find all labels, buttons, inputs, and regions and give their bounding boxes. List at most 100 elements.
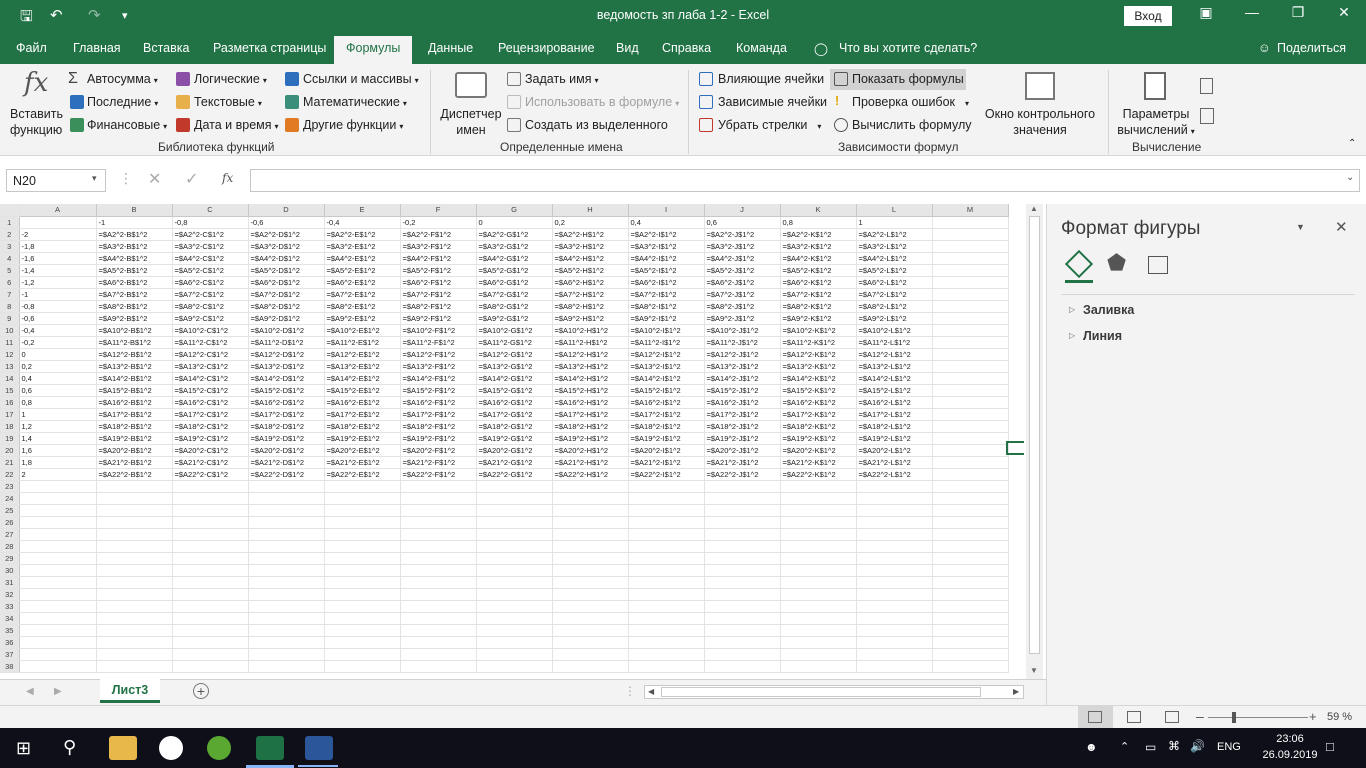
cell[interactable]: =$A15^2-J$1^2 xyxy=(704,384,781,397)
cell[interactable]: =$A13^2-I$1^2 xyxy=(628,360,705,373)
cell[interactable] xyxy=(932,648,1009,661)
cell[interactable]: =$A9^2-C$1^2 xyxy=(172,312,249,325)
cell[interactable]: =$A21^2-B$1^2 xyxy=(96,456,173,469)
tell-me-search[interactable]: Что вы хотите сделать? xyxy=(839,41,977,55)
cell[interactable] xyxy=(704,624,781,637)
cell[interactable]: =$A16^2-E$1^2 xyxy=(324,396,401,409)
cell[interactable]: =$A12^2-C$1^2 xyxy=(172,348,249,361)
cell[interactable] xyxy=(19,552,97,565)
cell[interactable]: =$A17^2-H$1^2 xyxy=(552,408,629,421)
expand-formula-bar-icon[interactable]: ⌄ xyxy=(1346,172,1354,183)
cell[interactable] xyxy=(932,384,1009,397)
row-header[interactable]: 22 xyxy=(0,468,20,481)
cell[interactable]: =$A15^2-K$1^2 xyxy=(780,384,857,397)
cell[interactable] xyxy=(400,492,477,505)
cell[interactable] xyxy=(248,564,325,577)
cell[interactable] xyxy=(932,360,1009,373)
cell[interactable]: =$A6^2-D$1^2 xyxy=(248,276,325,289)
row-header[interactable]: 36 xyxy=(0,636,20,649)
cell[interactable]: =$A13^2-K$1^2 xyxy=(780,360,857,373)
cell[interactable]: -0,4 xyxy=(324,216,401,229)
row-header[interactable]: 8 xyxy=(0,300,20,313)
cell[interactable] xyxy=(400,564,477,577)
cell[interactable]: =$A6^2-H$1^2 xyxy=(552,276,629,289)
row-header[interactable]: 33 xyxy=(0,600,20,613)
cell[interactable]: =$A9^2-K$1^2 xyxy=(780,312,857,325)
cell[interactable] xyxy=(324,648,401,661)
sheet-table[interactable]: A B C D E F G H I J K L M 1 -1 -0,8 -0,6 -0,4 -0,2 0 0,2 0,4 0… xyxy=(0,204,1009,673)
cell[interactable]: =$A8^2-B$1^2 xyxy=(96,300,173,313)
cancel-icon[interactable]: ✕ xyxy=(148,169,161,189)
cell[interactable] xyxy=(856,612,933,625)
cell[interactable] xyxy=(248,612,325,625)
cell[interactable] xyxy=(856,648,933,661)
cell[interactable] xyxy=(19,528,97,541)
cell[interactable] xyxy=(248,600,325,613)
cell[interactable]: =$A18^2-I$1^2 xyxy=(628,420,705,433)
cell[interactable] xyxy=(704,576,781,589)
cell[interactable] xyxy=(704,648,781,661)
cell[interactable]: =$A15^2-H$1^2 xyxy=(552,384,629,397)
cell[interactable] xyxy=(400,528,477,541)
cell[interactable]: =$A19^2-L$1^2 xyxy=(856,432,933,445)
cell[interactable]: =$A21^2-H$1^2 xyxy=(552,456,629,469)
cell[interactable] xyxy=(780,636,857,649)
cell[interactable] xyxy=(324,528,401,541)
column-header[interactable]: D xyxy=(248,204,325,217)
cell[interactable] xyxy=(248,624,325,637)
cell[interactable] xyxy=(628,540,705,553)
cell[interactable]: =$A7^2-D$1^2 xyxy=(248,288,325,301)
cell[interactable] xyxy=(932,324,1009,337)
cell[interactable]: =$A2^2-C$1^2 xyxy=(172,228,249,241)
cell[interactable]: =$A6^2-J$1^2 xyxy=(704,276,781,289)
cell[interactable]: =$A14^2-C$1^2 xyxy=(172,372,249,385)
cell[interactable] xyxy=(932,492,1009,505)
cell[interactable] xyxy=(932,468,1009,481)
row-header[interactable]: 32 xyxy=(0,588,20,601)
cell[interactable] xyxy=(19,612,97,625)
cell[interactable]: =$A13^2-J$1^2 xyxy=(704,360,781,373)
cell[interactable] xyxy=(932,216,1009,229)
cell[interactable]: =$A10^2-K$1^2 xyxy=(780,324,857,337)
cell[interactable]: =$A18^2-E$1^2 xyxy=(324,420,401,433)
cell[interactable]: =$A10^2-F$1^2 xyxy=(400,324,477,337)
cell[interactable]: =$A21^2-J$1^2 xyxy=(704,456,781,469)
row-header[interactable]: 21 xyxy=(0,456,20,469)
cell[interactable]: =$A14^2-B$1^2 xyxy=(96,372,173,385)
cell[interactable] xyxy=(476,504,553,517)
cell[interactable]: =$A16^2-F$1^2 xyxy=(400,396,477,409)
cell[interactable] xyxy=(552,600,629,613)
trace-precedents-button[interactable]: Влияющие ячейки xyxy=(718,72,824,86)
cell[interactable]: =$A9^2-D$1^2 xyxy=(248,312,325,325)
cell[interactable]: =$A18^2-C$1^2 xyxy=(172,420,249,433)
cell[interactable] xyxy=(932,600,1009,613)
cell[interactable] xyxy=(552,576,629,589)
cell[interactable] xyxy=(932,540,1009,553)
cell[interactable]: =$A14^2-D$1^2 xyxy=(248,372,325,385)
cell[interactable] xyxy=(856,576,933,589)
tab-view[interactable]: Вид xyxy=(616,41,639,55)
ribbon-display-icon[interactable]: ▣ xyxy=(1194,4,1218,21)
pane-options-icon[interactable]: ▼ xyxy=(1296,222,1305,232)
cell[interactable]: =$A21^2-K$1^2 xyxy=(780,456,857,469)
cell[interactable] xyxy=(476,552,553,565)
cell[interactable]: =$A17^2-K$1^2 xyxy=(780,408,857,421)
cell[interactable] xyxy=(96,612,173,625)
cell[interactable]: =$A16^2-D$1^2 xyxy=(248,396,325,409)
cell[interactable] xyxy=(932,660,1009,673)
row-header[interactable]: 3 xyxy=(0,240,20,253)
row-header[interactable]: 25 xyxy=(0,504,20,517)
cell[interactable]: =$A19^2-K$1^2 xyxy=(780,432,857,445)
row-header[interactable]: 26 xyxy=(0,516,20,529)
close-icon[interactable]: ✕ xyxy=(1332,4,1356,21)
cell[interactable] xyxy=(324,660,401,673)
cell[interactable]: =$A16^2-L$1^2 xyxy=(856,396,933,409)
cell[interactable]: =$A3^2-E$1^2 xyxy=(324,240,401,253)
cell[interactable] xyxy=(932,432,1009,445)
cell[interactable] xyxy=(780,492,857,505)
cell[interactable]: =$A2^2-H$1^2 xyxy=(552,228,629,241)
cell[interactable]: =$A2^2-E$1^2 xyxy=(324,228,401,241)
cell[interactable] xyxy=(96,492,173,505)
column-header[interactable]: H xyxy=(552,204,629,217)
row-header[interactable]: 5 xyxy=(0,264,20,277)
